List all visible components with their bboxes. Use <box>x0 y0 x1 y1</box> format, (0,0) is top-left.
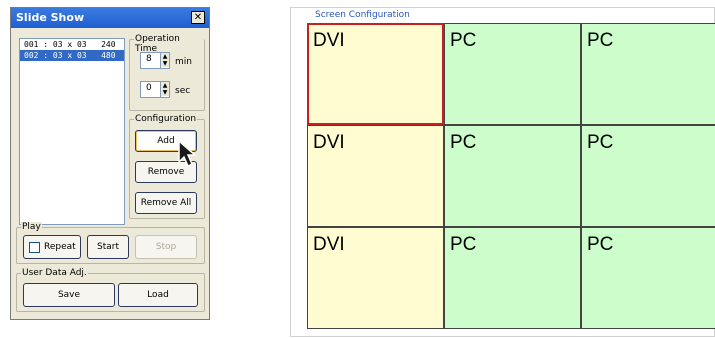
repeat-checkbox-wrapper[interactable]: Repeat <box>23 235 81 259</box>
minutes-spinner[interactable]: 8 ▲ ▼ <box>140 52 170 69</box>
screen-cell-pc[interactable]: PC <box>581 125 715 227</box>
save-button[interactable]: Save <box>23 283 115 307</box>
repeat-checkbox[interactable] <box>29 242 40 253</box>
play-legend: Play <box>21 222 42 232</box>
spin-down-icon[interactable]: ▼ <box>161 89 169 96</box>
close-icon[interactable]: ✕ <box>191 11 205 24</box>
stop-button[interactable]: Stop <box>135 235 197 259</box>
remove-all-button[interactable]: Remove All <box>135 192 197 214</box>
load-button[interactable]: Load <box>118 283 198 307</box>
operation-time-group: Operation Time <box>129 34 205 111</box>
screen-configuration-panel: Screen Configuration DVI PC PC DVI PC PC DVI PC… <box>290 7 715 337</box>
slide-list-item[interactable]: 001 : 03 x 03 240 <box>20 39 124 50</box>
user-data-legend: User Data Adj. <box>21 268 88 278</box>
minutes-unit: min <box>175 57 192 67</box>
start-button[interactable]: Start <box>87 235 129 259</box>
configuration-legend: Configuration <box>134 114 198 124</box>
screen-cell-pc[interactable]: PC <box>444 227 581 329</box>
spin-up-icon[interactable]: ▲ <box>161 82 169 89</box>
seconds-value: 0 <box>146 83 152 93</box>
spin-down-icon[interactable]: ▼ <box>161 60 169 67</box>
screen-cell-dvi[interactable]: DVI <box>307 125 444 227</box>
screen-cell-pc[interactable]: PC <box>444 23 581 125</box>
screen-cell-pc[interactable]: PC <box>581 23 715 125</box>
minutes-value: 8 <box>146 54 152 64</box>
slide-list[interactable]: 001 : 03 x 03 240 002 : 03 x 03 480 <box>19 38 125 225</box>
seconds-unit: sec <box>175 86 191 96</box>
window-title: Slide Show <box>16 11 85 24</box>
screen-cell-dvi-selected[interactable]: DVI <box>307 23 444 125</box>
screen-configuration-title: Screen Configuration <box>313 10 412 21</box>
screen-cell-dvi[interactable]: DVI <box>307 227 444 329</box>
repeat-label: Repeat <box>44 242 76 252</box>
mouse-pointer-icon <box>178 139 197 168</box>
screen-cell-pc[interactable]: PC <box>581 227 715 329</box>
spin-up-icon[interactable]: ▲ <box>161 53 169 60</box>
operation-time-legend: Operation Time <box>134 34 204 54</box>
seconds-spinner[interactable]: 0 ▲ ▼ <box>140 81 170 98</box>
slide-list-item-selected[interactable]: 002 : 03 x 03 480 <box>20 50 124 61</box>
screen-cell-pc[interactable]: PC <box>444 125 581 227</box>
window-titlebar: Slide Show ✕ <box>11 8 209 28</box>
